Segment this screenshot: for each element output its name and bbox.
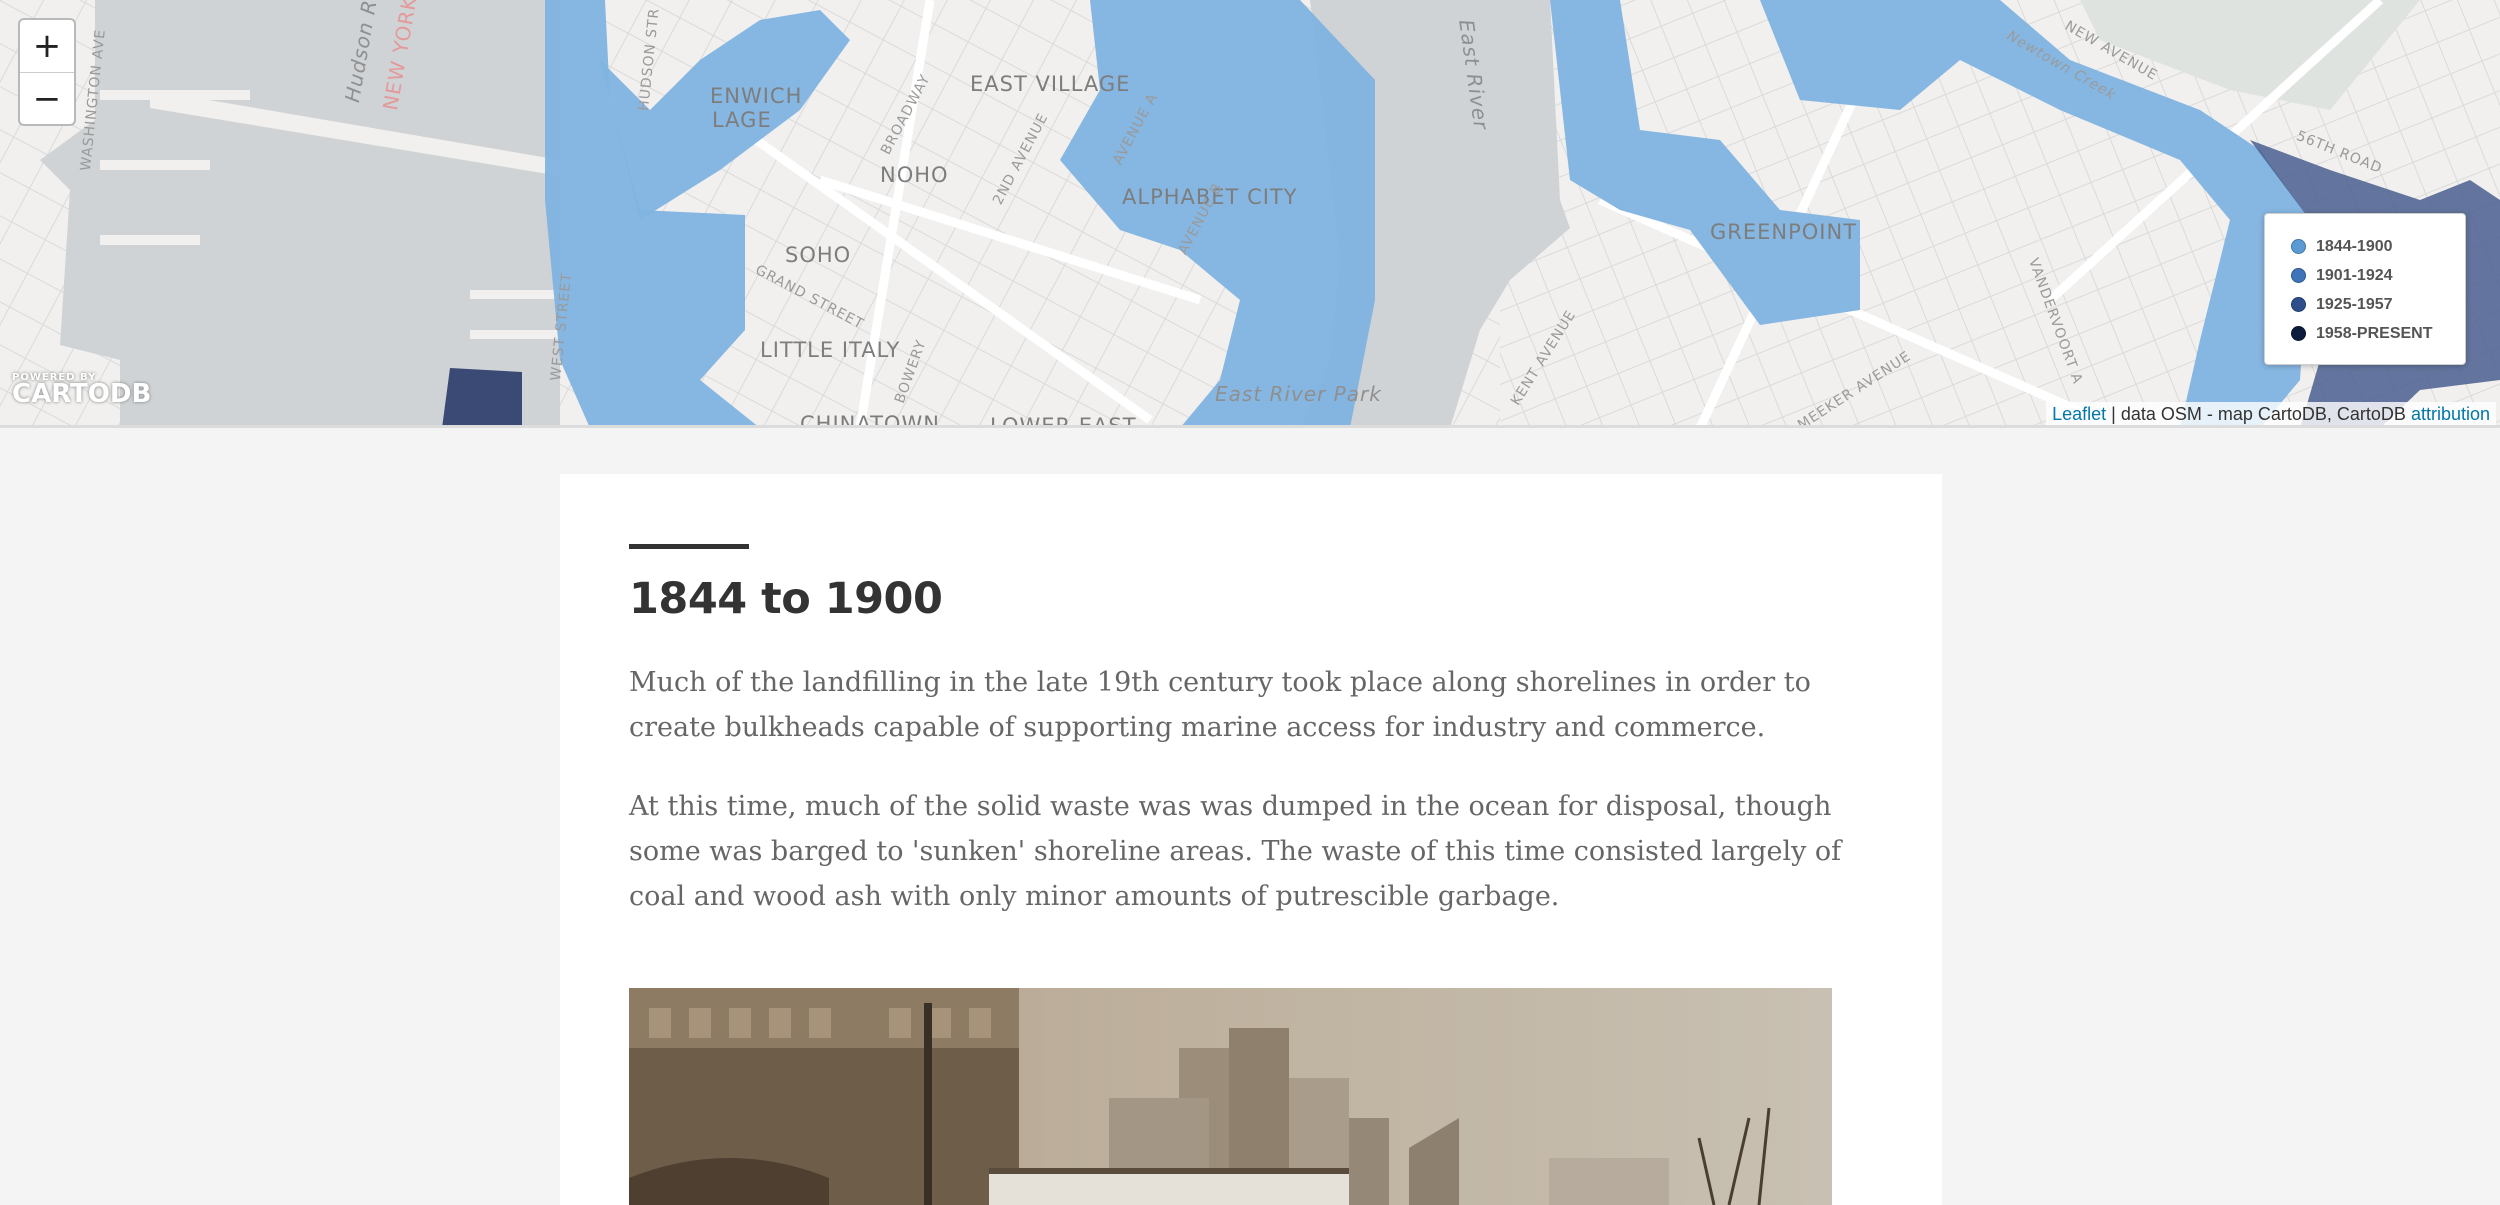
zoom-out-button[interactable]: −: [20, 72, 74, 124]
cartodb-logo: POWERED BY CARTODB: [12, 372, 151, 409]
historic-photo: [629, 988, 1832, 1205]
label-little-italy: LITTLE ITALY: [760, 338, 901, 362]
label-greenwich-1: ENWICH: [710, 84, 803, 108]
label-chinatown: CHINATOWN: [800, 412, 940, 428]
section-title: 1844 to 1900: [629, 574, 943, 624]
leaflet-link[interactable]: Leaflet: [2052, 404, 2106, 424]
label-east-river-park: East River Park: [1215, 382, 1382, 406]
map-attribution: Leaflet | data OSM - map CartoDB, CartoD…: [2046, 402, 2496, 425]
article-card: 1844 to 1900 Much of the landfilling in …: [560, 474, 1942, 1205]
legend-label-1901: 1901-1924: [2316, 266, 2393, 284]
label-soho: SOHO: [785, 243, 852, 267]
cartodb-wordmark: CARTODB: [12, 379, 152, 409]
legend-label-1958: 1958-PRESENT: [2316, 324, 2433, 342]
label-lower-east: LOWER EAST: [990, 414, 1137, 428]
legend-item-1901: 1901-1924: [2291, 261, 2465, 290]
title-rule: [629, 544, 749, 549]
legend-item-1958: 1958-PRESENT: [2291, 319, 2465, 348]
zoom-in-button[interactable]: +: [20, 20, 74, 72]
legend-item-1844: 1844-1900: [2291, 232, 2465, 261]
label-noho: NOHO: [880, 163, 949, 187]
paragraph-2: At this time, much of the solid waste wa…: [629, 791, 1842, 912]
legend-label-1844: 1844-1900: [2316, 237, 2393, 255]
paragraph-1: Much of the landfilling in the late 19th…: [629, 667, 1811, 743]
legend-item-1925: 1925-1957: [2291, 290, 2465, 319]
attribution-text: | data OSM - map CartoDB, CartoDB: [2106, 404, 2411, 424]
legend-dot-1925: [2291, 297, 2306, 312]
landfill-dark-southwest: [442, 368, 522, 425]
label-greenwich-2: LAGE: [712, 108, 772, 132]
legend-dot-1844: [2291, 239, 2306, 254]
zoom-control: + −: [18, 18, 76, 126]
legend-label-1925: 1925-1957: [2316, 295, 2393, 313]
label-greenpoint: GREENPOINT: [1710, 220, 1858, 244]
historic-photo-image: [629, 988, 1832, 1205]
map[interactable]: EAST VILLAGE ENWICH LAGE NOHO SOHO ALPHA…: [0, 0, 2500, 428]
attribution-link[interactable]: attribution: [2411, 404, 2490, 424]
map-legend: 1844-1900 1901-1924 1925-1957 1958-PRESE…: [2264, 213, 2466, 365]
legend-dot-1901: [2291, 268, 2306, 283]
legend-dot-1958: [2291, 326, 2306, 341]
label-east-village: EAST VILLAGE: [970, 72, 1131, 96]
